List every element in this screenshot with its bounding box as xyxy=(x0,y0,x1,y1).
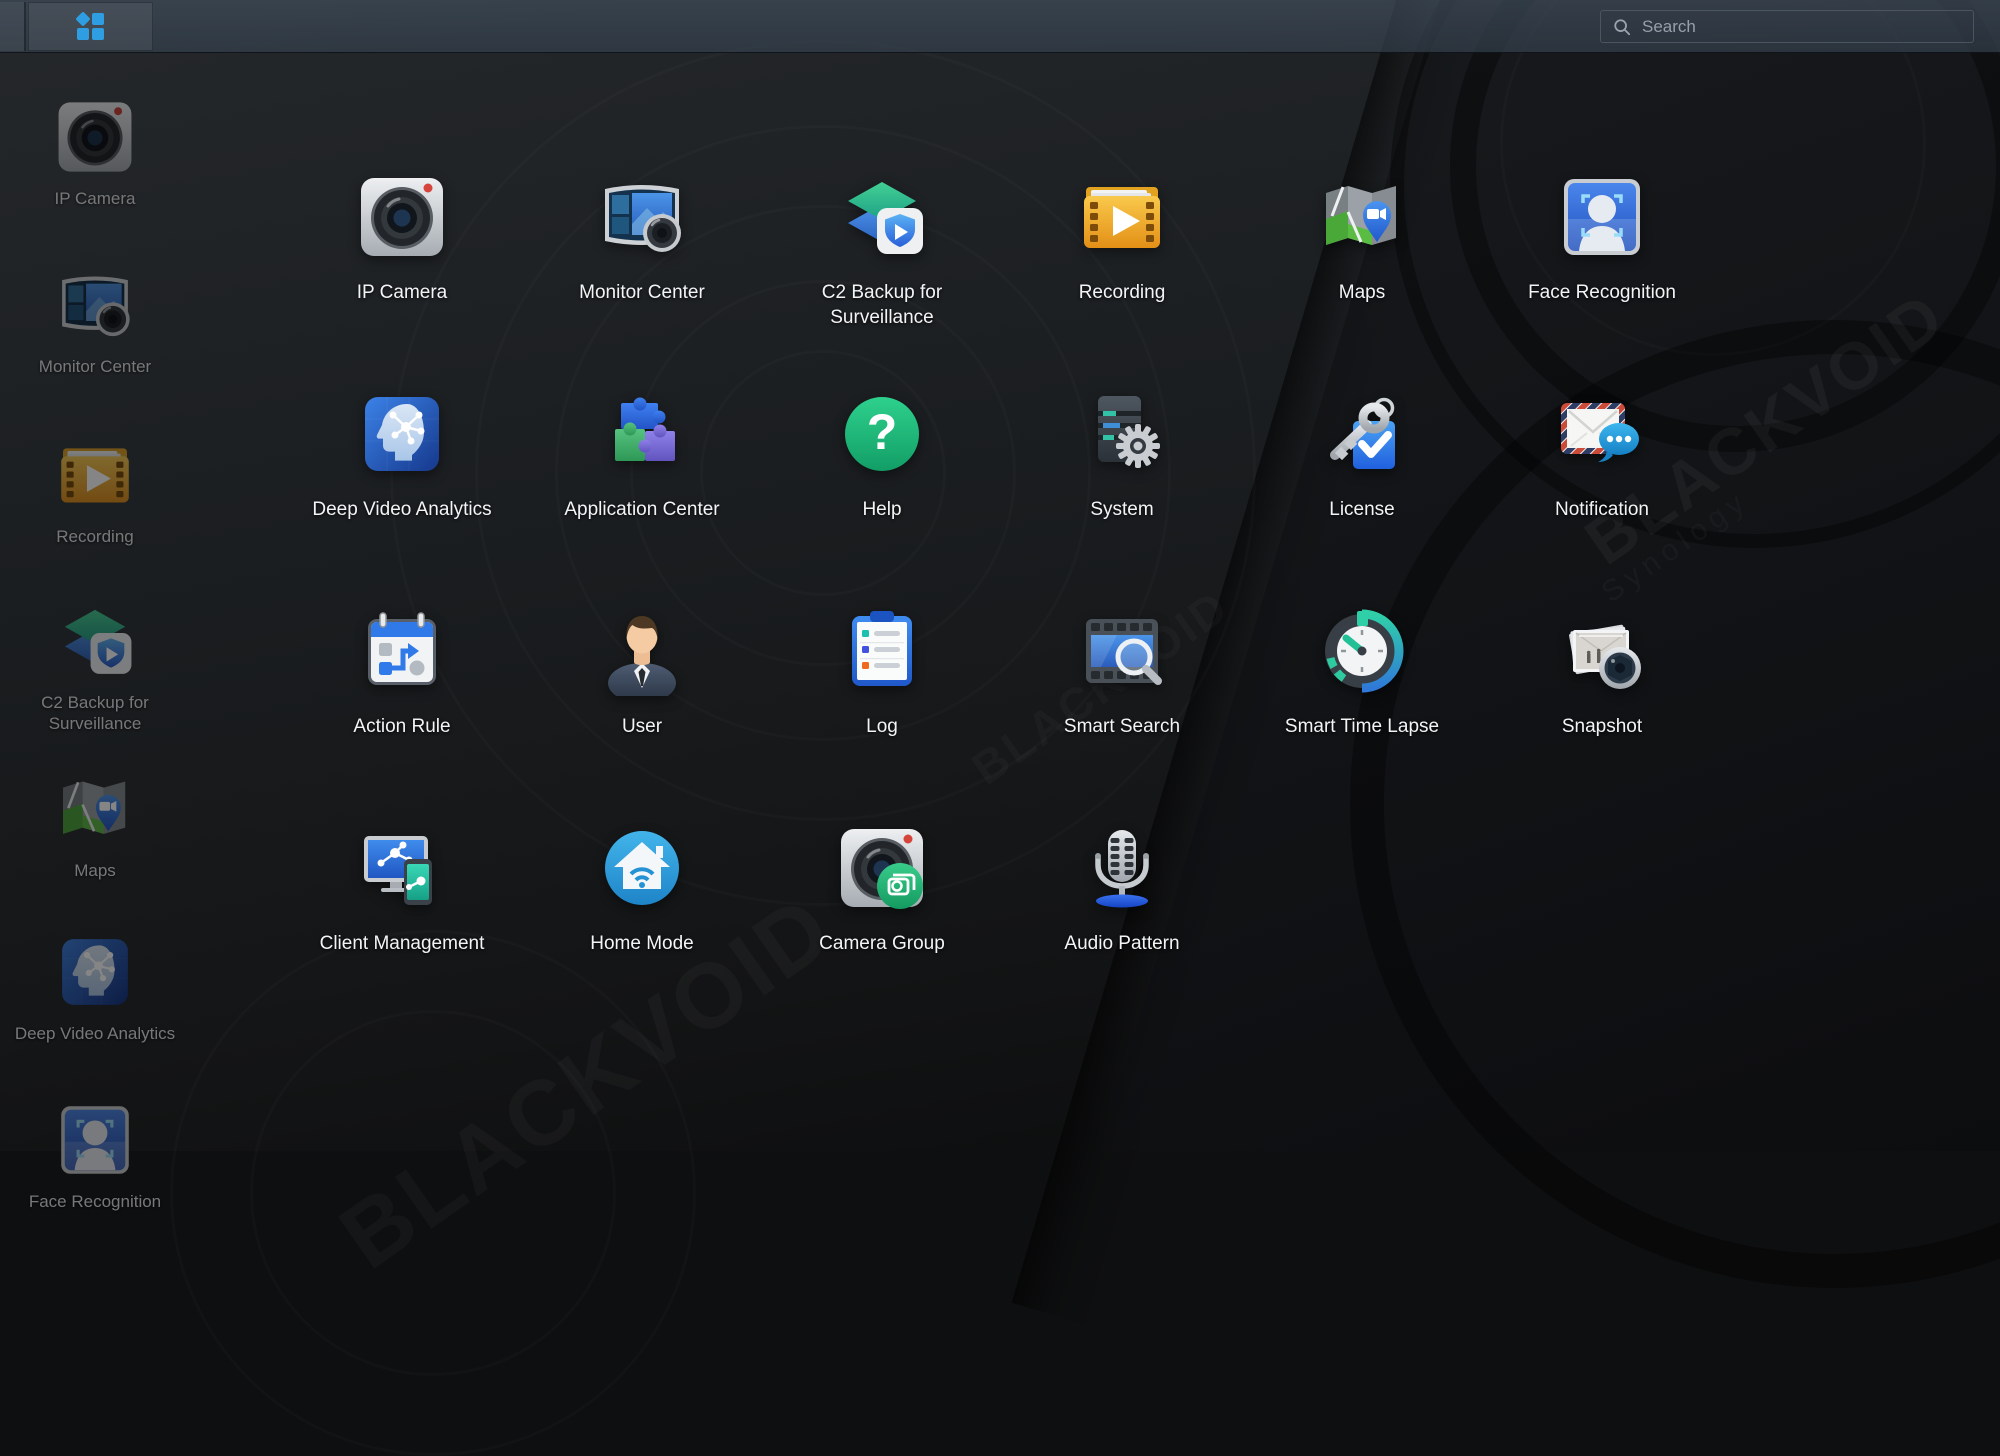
system-icon xyxy=(1077,389,1167,479)
sidebar-item-face-recognition[interactable]: Face Recognition xyxy=(0,1100,190,1212)
recording-icon xyxy=(55,435,135,515)
c2-backup-icon xyxy=(837,172,927,262)
app-audio-pattern[interactable]: Audio Pattern xyxy=(1002,823,1242,956)
app-label: Recording xyxy=(1025,280,1220,305)
sidebar-item-label: IP Camera xyxy=(0,188,190,209)
sidebar-item-monitor-center[interactable]: Monitor Center xyxy=(0,265,190,377)
app-face-recognition[interactable]: Face Recognition xyxy=(1482,172,1722,305)
app-label: License xyxy=(1265,497,1460,522)
deep-video-analytics-icon xyxy=(357,389,447,479)
app-label: Application Center xyxy=(545,497,740,522)
app-label: C2 Backup for Surveillance xyxy=(785,280,980,330)
ip-camera-icon xyxy=(357,172,447,262)
app-c2-backup[interactable]: C2 Backup for Surveillance xyxy=(762,172,1002,330)
app-label: IP Camera xyxy=(305,280,500,305)
sidebar-item-label: Monitor Center xyxy=(0,356,190,377)
app-action-rule[interactable]: Action Rule xyxy=(282,606,522,739)
sidebar-item-label: Maps xyxy=(0,860,190,881)
search-icon xyxy=(1613,18,1631,36)
app-label: Notification xyxy=(1505,497,1700,522)
app-home-mode[interactable]: Home Mode xyxy=(522,823,762,956)
app-label: Deep Video Analytics xyxy=(305,497,500,522)
app-deep-video-analytics[interactable]: Deep Video Analytics xyxy=(282,389,522,522)
sidebar-item-c2-backup[interactable]: C2 Backup for Surveillance xyxy=(0,601,190,734)
app-recording[interactable]: Recording xyxy=(1002,172,1242,305)
face-recognition-icon xyxy=(55,1100,135,1180)
sidebar-item-label: Recording xyxy=(0,526,190,547)
sidebar-item-maps[interactable]: Maps xyxy=(0,769,190,881)
maps-icon xyxy=(1317,172,1407,262)
app-ip-camera[interactable]: IP Camera xyxy=(282,172,522,305)
app-label: Client Management xyxy=(305,931,500,956)
app-license[interactable]: License xyxy=(1242,389,1482,522)
app-label: Face Recognition xyxy=(1505,280,1700,305)
app-label: Log xyxy=(785,714,980,739)
sidebar-item-label: Face Recognition xyxy=(0,1191,190,1212)
app-label: User xyxy=(545,714,740,739)
notification-icon xyxy=(1557,389,1647,479)
apps-grid-icon xyxy=(77,13,104,40)
top-bar xyxy=(0,0,2000,53)
camera-group-icon xyxy=(837,823,927,913)
main-menu-button[interactable] xyxy=(28,2,153,51)
ip-camera-icon xyxy=(55,97,135,177)
sidebar-item-label: Deep Video Analytics xyxy=(0,1023,190,1044)
monitor-center-icon xyxy=(55,265,135,345)
sidebar-item-label: C2 Backup for Surveillance xyxy=(0,692,190,734)
app-label: Camera Group xyxy=(785,931,980,956)
sidebar-item-deep-video-analytics[interactable]: Deep Video Analytics xyxy=(0,932,190,1044)
snapshot-icon xyxy=(1557,606,1647,696)
client-management-icon xyxy=(357,823,447,913)
app-client-management[interactable]: Client Management xyxy=(282,823,522,956)
app-smart-search[interactable]: Smart Search xyxy=(1002,606,1242,739)
license-icon xyxy=(1317,389,1407,479)
app-user[interactable]: User xyxy=(522,606,762,739)
search-box[interactable] xyxy=(1600,10,1974,43)
monitor-center-icon xyxy=(597,172,687,262)
home-mode-icon xyxy=(597,823,687,913)
user-icon xyxy=(597,606,687,696)
application-center-icon xyxy=(597,389,687,479)
app-label: Action Rule xyxy=(305,714,500,739)
c2-backup-icon xyxy=(55,601,135,681)
app-label: Help xyxy=(785,497,980,522)
app-snapshot[interactable]: Snapshot xyxy=(1482,606,1722,739)
app-log[interactable]: Log xyxy=(762,606,1002,739)
app-label: Audio Pattern xyxy=(1025,931,1220,956)
search-input[interactable] xyxy=(1640,16,1961,38)
smart-time-lapse-icon xyxy=(1317,606,1407,696)
partial-toolbar-button[interactable] xyxy=(0,2,26,51)
app-help[interactable]: Help xyxy=(762,389,1002,522)
app-label: Maps xyxy=(1265,280,1460,305)
app-label: Home Mode xyxy=(545,931,740,956)
app-application-center[interactable]: Application Center xyxy=(522,389,762,522)
smart-search-icon xyxy=(1077,606,1167,696)
app-camera-group[interactable]: Camera Group xyxy=(762,823,1002,956)
action-rule-icon xyxy=(357,606,447,696)
app-monitor-center[interactable]: Monitor Center xyxy=(522,172,762,305)
app-label: Smart Search xyxy=(1025,714,1220,739)
audio-pattern-icon xyxy=(1077,823,1167,913)
maps-icon xyxy=(55,769,135,849)
log-icon xyxy=(837,606,927,696)
sidebar-item-recording[interactable]: Recording xyxy=(0,435,190,547)
app-notification[interactable]: Notification xyxy=(1482,389,1722,522)
face-recognition-icon xyxy=(1557,172,1647,262)
sidebar-item-ip-camera[interactable]: IP Camera xyxy=(0,97,190,209)
deep-video-analytics-icon xyxy=(55,932,135,1012)
app-smart-time-lapse[interactable]: Smart Time Lapse xyxy=(1242,606,1482,739)
recording-icon xyxy=(1077,172,1167,262)
app-maps[interactable]: Maps xyxy=(1242,172,1482,305)
app-label: System xyxy=(1025,497,1220,522)
app-label: Smart Time Lapse xyxy=(1265,714,1460,739)
help-icon xyxy=(837,389,927,479)
app-label: Snapshot xyxy=(1505,714,1700,739)
app-label: Monitor Center xyxy=(545,280,740,305)
app-system[interactable]: System xyxy=(1002,389,1242,522)
